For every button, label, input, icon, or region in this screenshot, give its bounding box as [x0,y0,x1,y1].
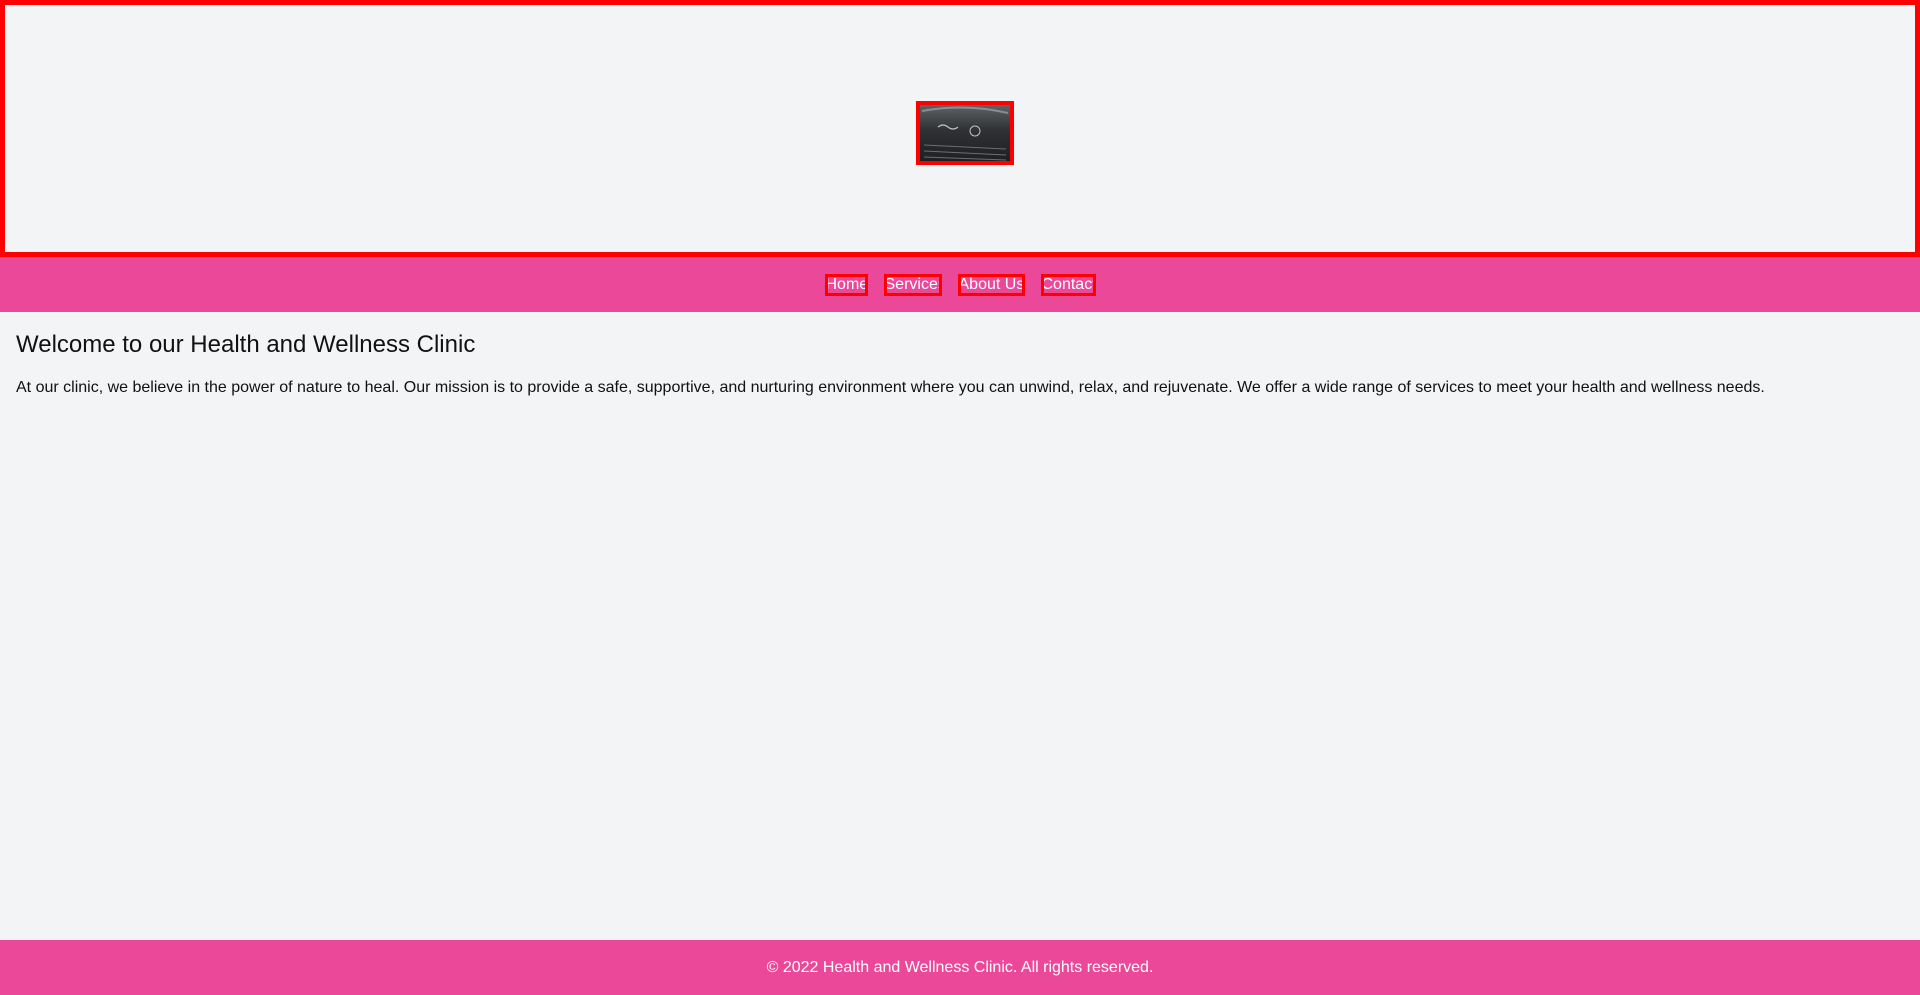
main-nav: Home Services About Us Contact [0,257,1920,312]
nav-item-services[interactable]: Services [883,273,942,296]
logo-image[interactable] [916,101,1014,165]
logo-graphic [920,105,1010,161]
main-content: Welcome to our Health and Wellness Clini… [16,312,1904,400]
page: Home Services About Us Contact Welcome t… [0,0,1920,995]
nav-item-about-us[interactable]: About Us [957,273,1025,296]
nav-item-home[interactable]: Home [824,273,868,296]
site-footer: © 2022 Health and Wellness Clinic. All r… [0,940,1920,995]
page-title: Welcome to our Health and Wellness Clini… [16,331,476,358]
site-header [0,0,1920,257]
nav-item-contact[interactable]: Contact [1040,273,1096,296]
intro-paragraph: At our clinic, we believe in the power o… [16,379,1765,396]
copyright-text: © 2022 Health and Wellness Clinic. All r… [766,958,1154,976]
